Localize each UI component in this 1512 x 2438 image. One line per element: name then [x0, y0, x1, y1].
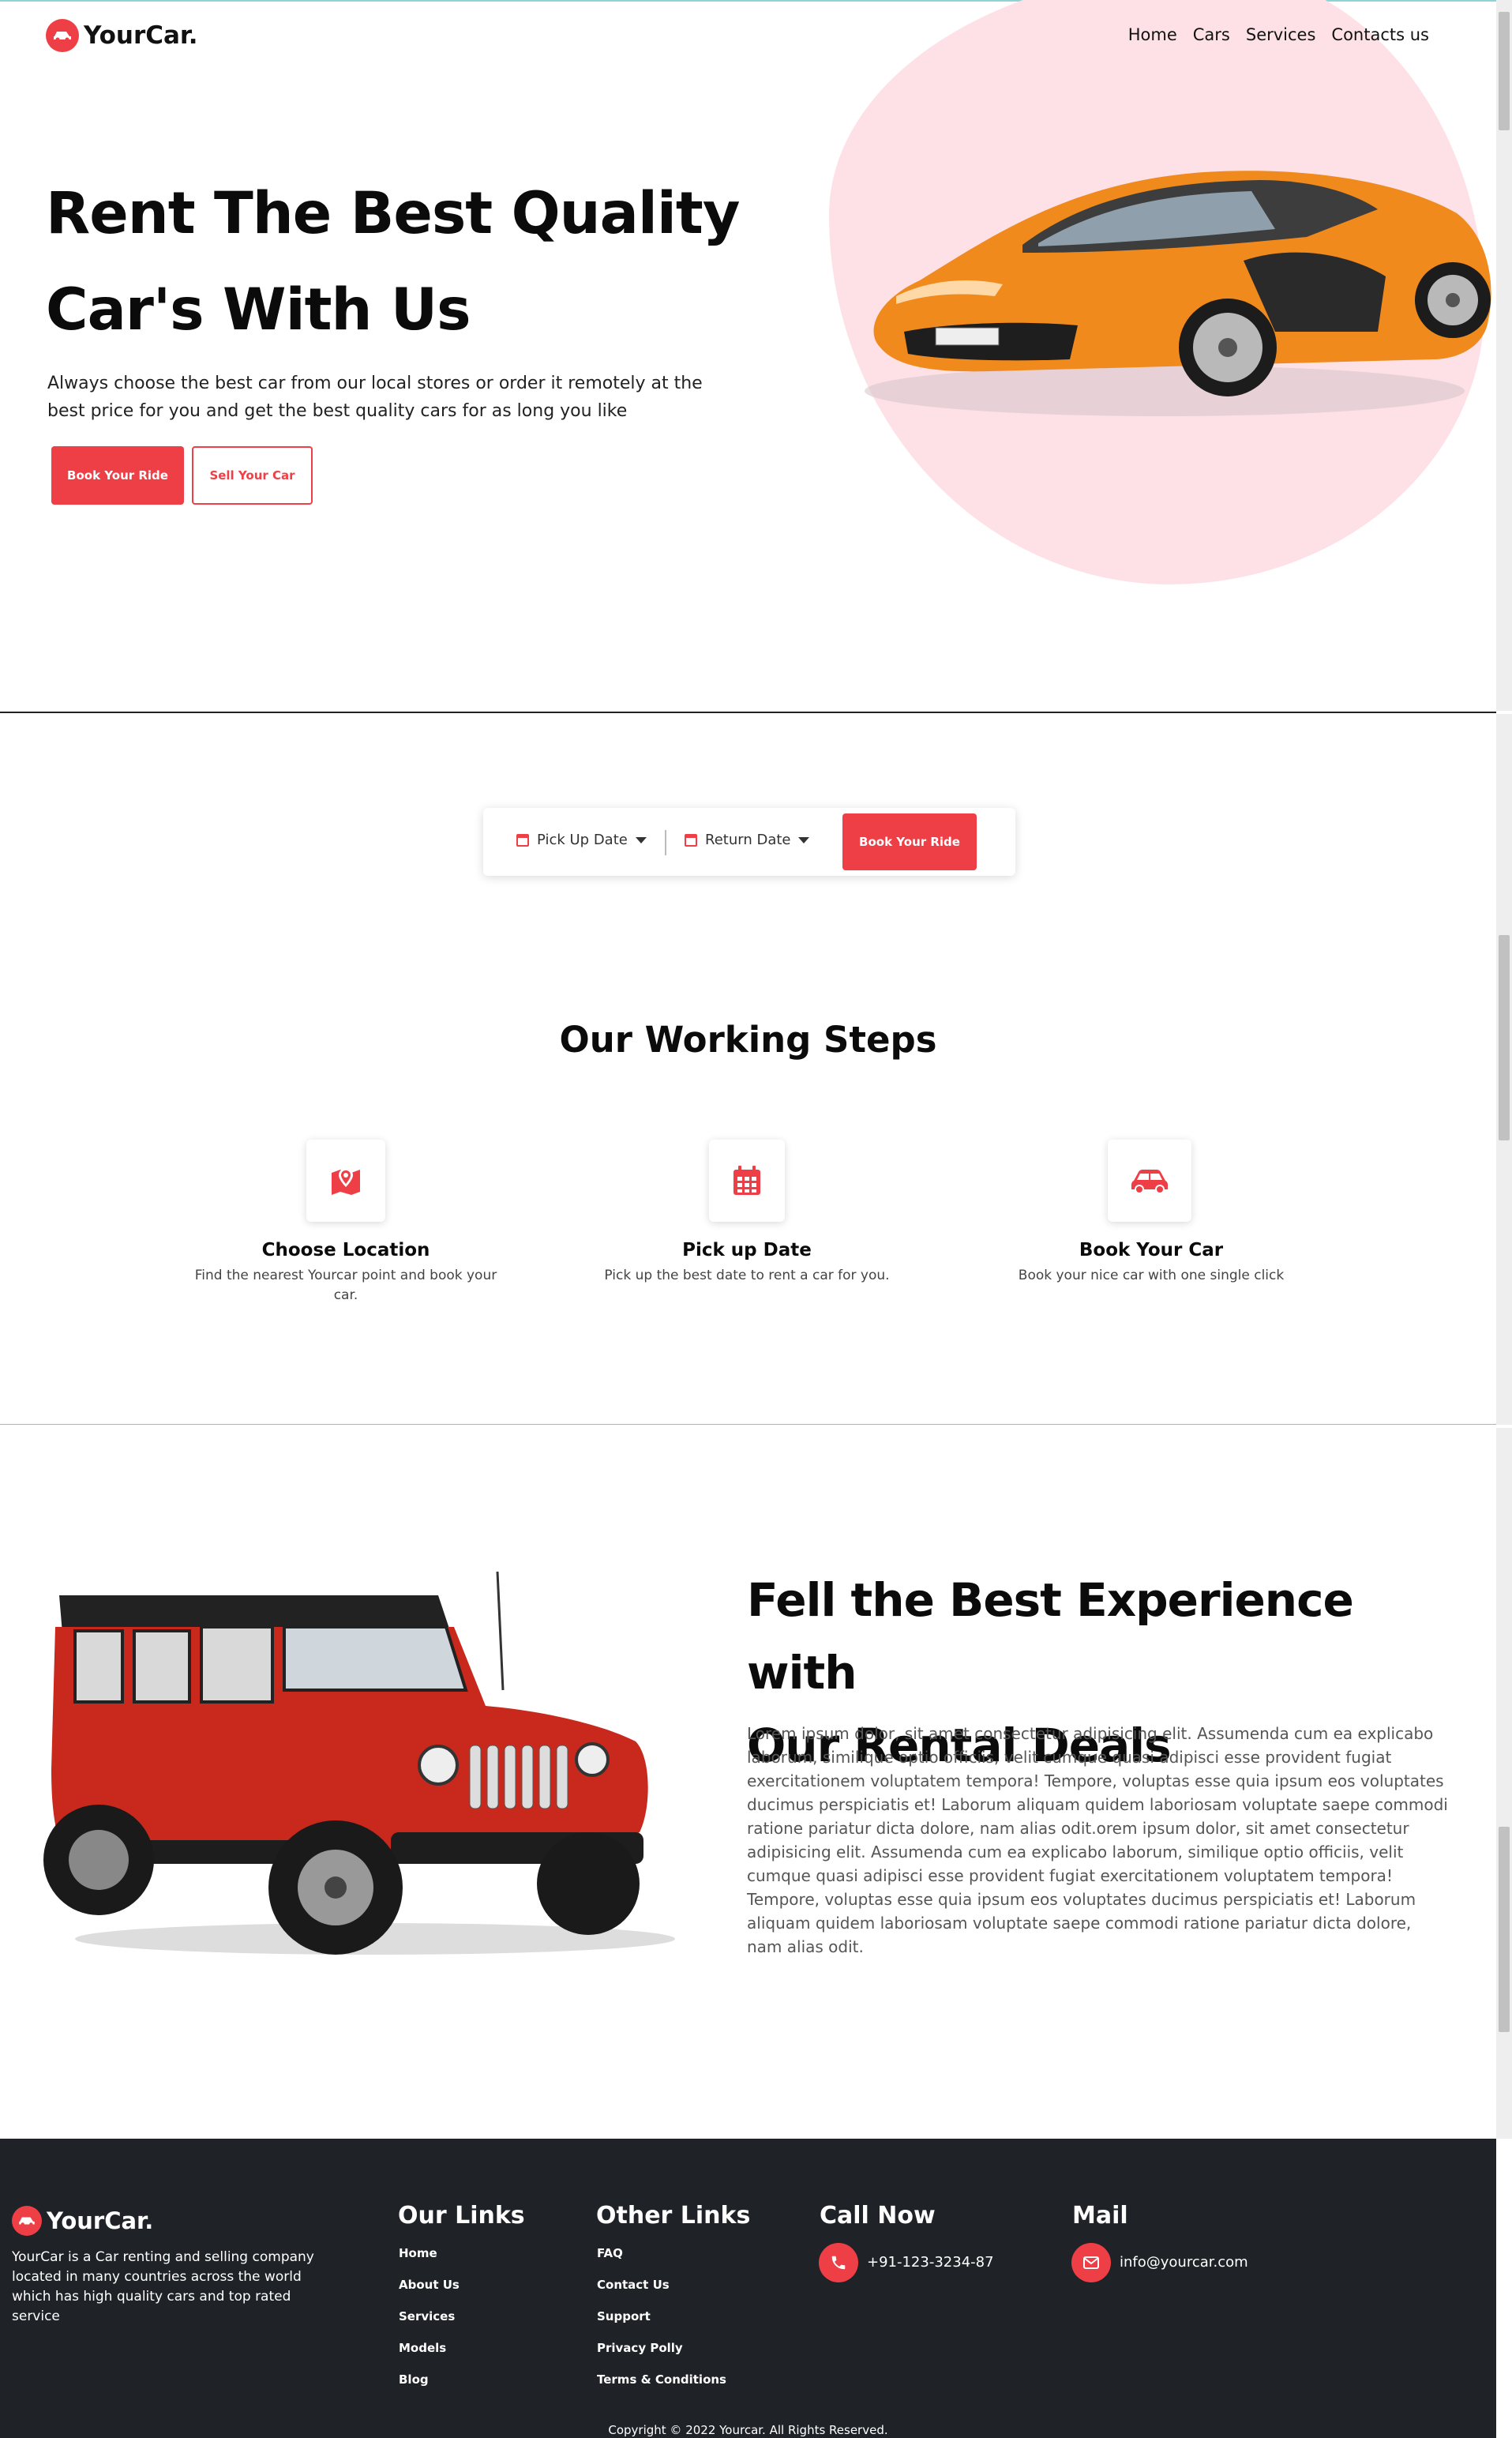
booking-submit-button[interactable]: Book Your Ride	[842, 813, 977, 870]
footer-brand-logo[interactable]: YourCar.	[12, 2206, 153, 2236]
car-logo-icon	[46, 19, 79, 52]
nav-cars[interactable]: Cars	[1193, 25, 1230, 44]
footer-link-faq[interactable]: FAQ	[597, 2246, 623, 2260]
calendar-icon	[516, 833, 529, 847]
brand-logo[interactable]: YourCar.	[46, 19, 198, 52]
hero-title: Rent The Best Quality Car's With Us	[46, 166, 756, 359]
scrollbar-thumb[interactable]	[1499, 1827, 1510, 2032]
scrollbar[interactable]	[1496, 714, 1512, 1425]
footer-link-about[interactable]: About Us	[399, 2278, 460, 2292]
chevron-down-icon	[635, 836, 647, 843]
our-links-title: Our Links	[398, 2202, 525, 2230]
footer-brand-name: YourCar.	[47, 2207, 154, 2234]
footer-link-terms[interactable]: Terms & Conditions	[597, 2372, 726, 2387]
footer-about-text: YourCar is a Car renting and selling com…	[12, 2249, 314, 2324]
return-date-dropdown[interactable]: Return Date	[685, 832, 810, 848]
booking-bar: Pick Up Date Return Date Book Your Ride	[483, 808, 1015, 876]
footer-email[interactable]: info@yourcar.com	[1120, 2254, 1248, 2271]
call-now-title: Call Now	[820, 2202, 936, 2230]
return-date-label: Return Date	[705, 832, 791, 848]
car-logo-icon	[12, 2206, 42, 2236]
step-desc-date: Pick up the best date to rent a car for …	[604, 1268, 890, 1283]
book-ride-button[interactable]: Book Your Ride	[51, 446, 184, 505]
step-card-car	[1108, 1140, 1191, 1222]
site-footer: YourCar. YourCar is a Car renting and se…	[0, 2139, 1496, 2438]
calendar-icon	[685, 833, 697, 847]
section-divider	[0, 1424, 1496, 1425]
section-divider	[0, 712, 1496, 713]
sell-car-button[interactable]: Sell Your Car	[192, 446, 313, 505]
mail-title: Mail	[1072, 2202, 1128, 2230]
map-location-icon	[332, 1168, 360, 1195]
nav-contacts[interactable]: Contacts us	[1331, 25, 1429, 44]
nav-home[interactable]: Home	[1128, 25, 1177, 44]
footer-link-models[interactable]: Models	[399, 2341, 446, 2355]
scrollbar-thumb[interactable]	[1499, 12, 1510, 130]
steps-section-title: Our Working Steps	[559, 1019, 937, 1061]
hero-title-line2: Car's With Us	[46, 276, 471, 344]
footer-link-contact[interactable]: Contact Us	[597, 2278, 670, 2292]
phone-icon	[819, 2243, 858, 2282]
footer-link-blog[interactable]: Blog	[399, 2372, 429, 2387]
hero-title-line1: Rent The Best Quality	[46, 180, 740, 247]
step-title-car: Book Your Car	[1079, 1240, 1224, 1260]
step-desc-location: Find the nearest Yourcar point and book …	[194, 1268, 497, 1303]
pickup-date-label: Pick Up Date	[537, 832, 628, 848]
scrollbar-thumb[interactable]	[1499, 935, 1510, 1140]
experience-paragraph: Lorem ipsum dolor, sit amet consectetur …	[747, 1724, 1448, 1956]
footer-link-privacy[interactable]: Privacy Polly	[597, 2341, 683, 2355]
main-navigation: Home Cars Services Contacts us	[1128, 25, 1429, 44]
pickup-date-dropdown[interactable]: Pick Up Date	[516, 832, 647, 848]
footer-link-services[interactable]: Services	[399, 2309, 455, 2323]
step-title-location: Choose Location	[261, 1240, 430, 1260]
orange-sports-car-image	[865, 171, 1491, 416]
scrollbar[interactable]	[1496, 0, 1512, 711]
chevron-down-icon	[798, 836, 810, 843]
red-jeep-image	[43, 1572, 675, 1955]
brand-name: YourCar.	[84, 21, 198, 50]
nav-services[interactable]: Services	[1246, 25, 1316, 44]
field-separator	[665, 830, 666, 855]
scrollbar[interactable]	[1496, 1428, 1512, 2139]
step-title-date: Pick up Date	[682, 1240, 812, 1260]
footer-link-home[interactable]: Home	[399, 2246, 437, 2260]
step-card-location	[306, 1140, 385, 1222]
hero-description: Always choose the best car from our loca…	[47, 374, 703, 421]
other-links-title: Other Links	[596, 2202, 751, 2230]
footer-phone-number[interactable]: +91-123-3234-87	[867, 2254, 994, 2271]
calendar-icon	[733, 1166, 760, 1195]
experience-title-line1: Fell the Best Experience with	[747, 1573, 1354, 1700]
envelope-icon	[1071, 2243, 1111, 2282]
copyright-text: Copyright © 2022 Yourcar. All Rights Res…	[608, 2423, 888, 2437]
step-desc-car: Book your nice car with one single click	[1018, 1268, 1285, 1283]
step-card-date	[709, 1140, 785, 1222]
footer-link-support[interactable]: Support	[597, 2309, 651, 2323]
car-icon	[1131, 1170, 1168, 1193]
